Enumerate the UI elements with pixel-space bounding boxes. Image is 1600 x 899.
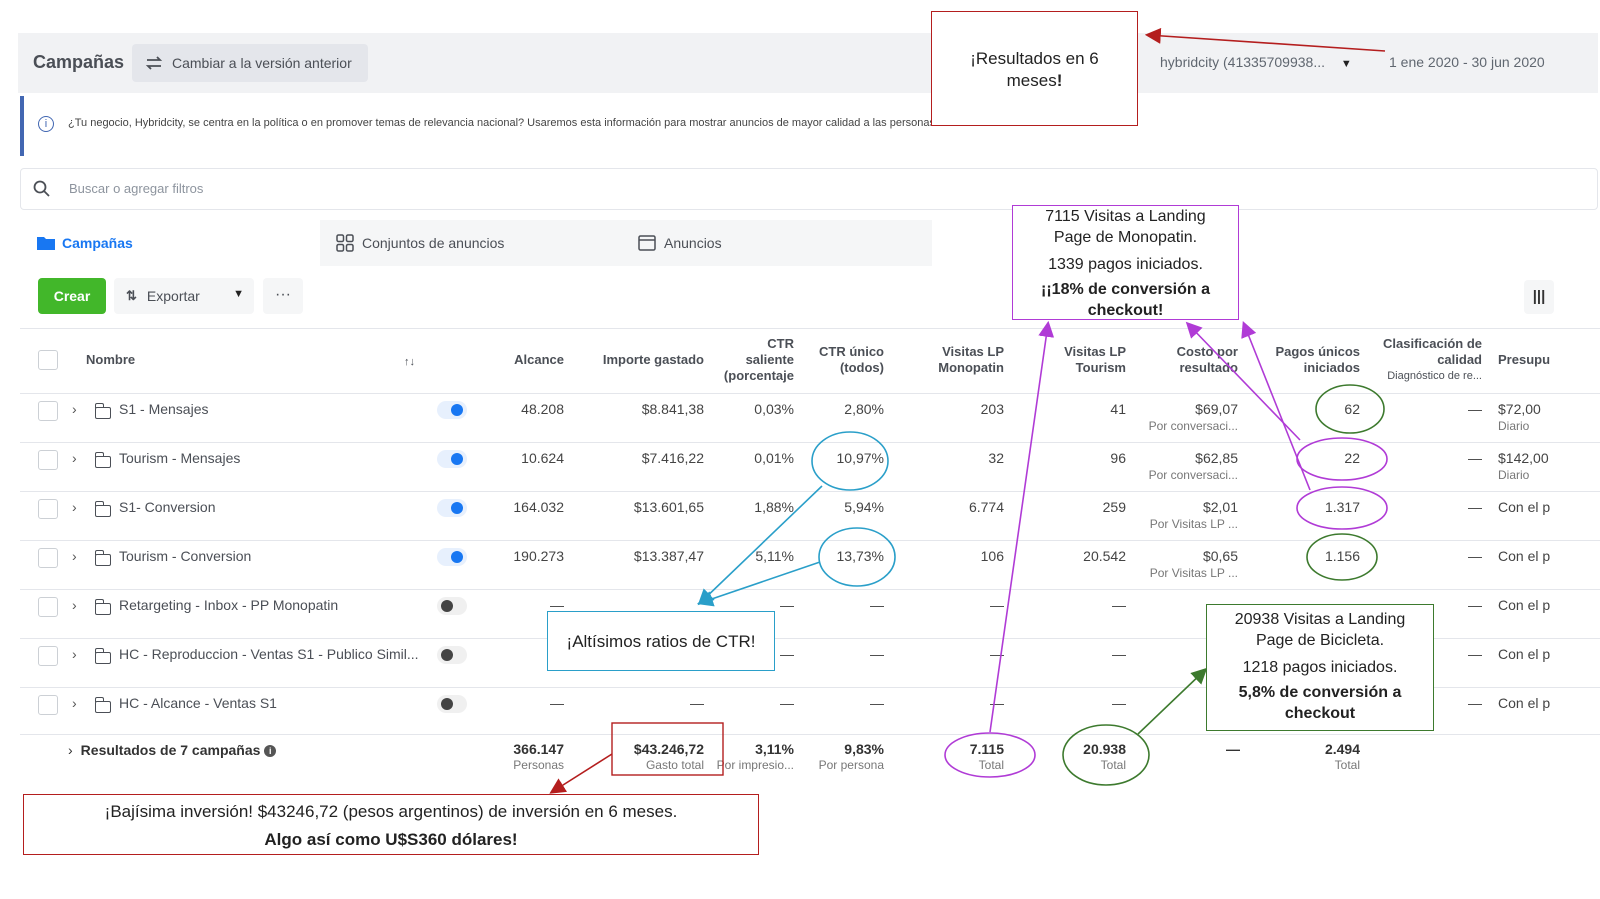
note-mono-l5: checkout! — [1087, 302, 1164, 319]
arrow-results — [1144, 27, 1386, 52]
highlight-total-spent — [611, 722, 724, 776]
annotation-overlay — [549, 27, 1388, 794]
arrow-mono-3 — [989, 320, 1055, 733]
oval-ctr-tourism-conversion — [818, 527, 896, 587]
note-bici-l4: 5,8% de conversión a — [1238, 684, 1402, 701]
note-invest-l1: ¡Bajísima inversión! $43246,72 (pesos ar… — [104, 802, 678, 821]
arrow-ctr-1 — [697, 485, 823, 606]
note-monopatin: 7115 Visitas a Landing Page de Monopatin… — [1012, 205, 1239, 320]
note-ctr: ¡Altísimos ratios de CTR! — [547, 611, 775, 671]
note-mono-l1: 7115 Visitas a Landing — [1045, 208, 1206, 225]
arrow-mono-2 — [1241, 321, 1311, 491]
oval-payments-1156 — [1306, 533, 1378, 581]
note-results-l1: ¡Resultados en 6 — [970, 49, 1099, 68]
arrow-investment — [549, 753, 613, 794]
oval-ctr-tourism-mensajes — [811, 431, 889, 491]
note-results: ¡Resultados en 6 meses! — [931, 11, 1138, 126]
note-bicicleta: 20938 Visitas a Landing Page de Biciclet… — [1206, 604, 1434, 731]
oval-total-lp-tour — [1062, 724, 1150, 786]
note-bici-l2: Page de Bicicleta. — [1255, 632, 1385, 649]
oval-total-lp-mono — [944, 732, 1036, 778]
note-results-bang: ! — [1056, 71, 1063, 90]
note-results-l2: meses — [1006, 71, 1057, 90]
note-bici-l5: checkout — [1284, 705, 1356, 722]
note-investment: ¡Bajísima inversión! $43246,72 (pesos ar… — [23, 794, 759, 855]
note-mono-l2: Page de Monopatin. — [1053, 229, 1198, 246]
arrow-ctr-2 — [696, 561, 821, 607]
note-invest-l2: Algo así como U$S360 dólares! — [264, 830, 518, 849]
arrow-bici — [1137, 667, 1208, 735]
note-mono-l4: ¡¡18% de conversión a — [1041, 281, 1210, 298]
note-bici-l1: 20938 Visitas a Landing — [1234, 611, 1406, 628]
note-bici-l3: 1218 pagos iniciados. — [1242, 659, 1398, 676]
note-mono-l3: 1339 pagos iniciados. — [1048, 256, 1203, 273]
oval-payments-1317 — [1296, 486, 1388, 530]
oval-payments-62 — [1315, 384, 1385, 434]
oval-payments-22 — [1296, 437, 1388, 481]
